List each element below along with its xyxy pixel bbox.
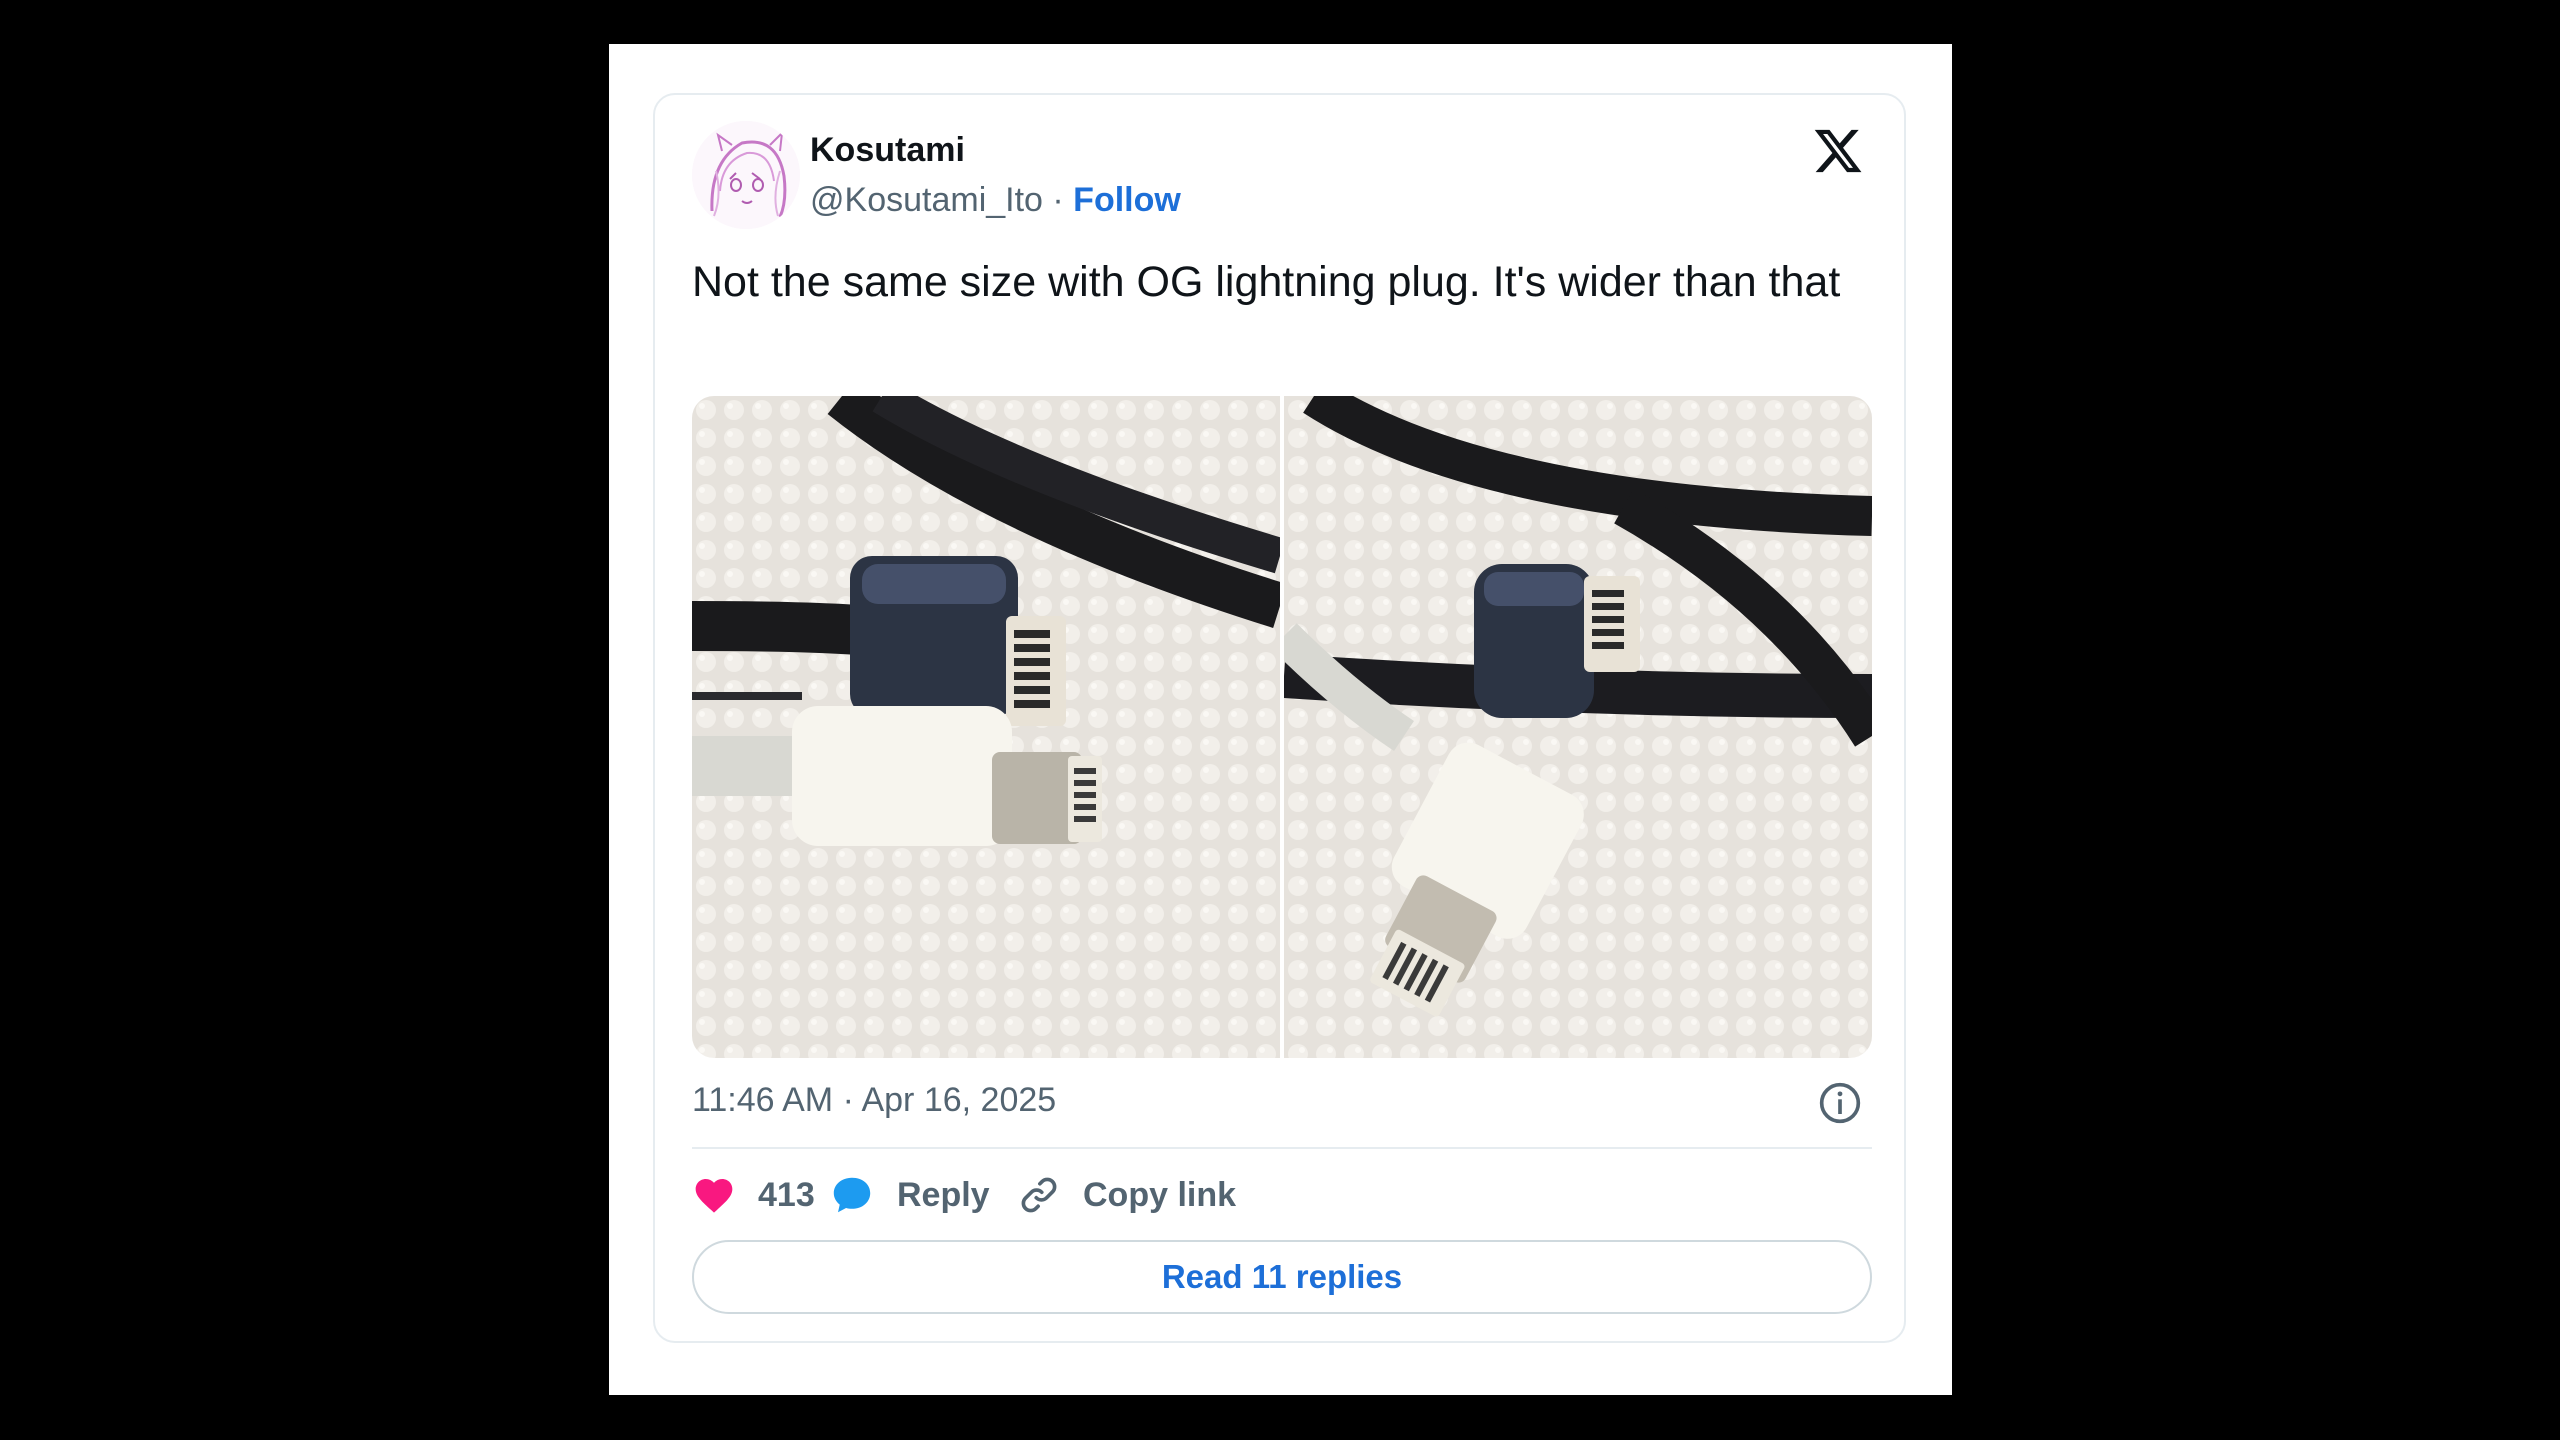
speech-bubble-icon bbox=[833, 1177, 871, 1213]
embed-container: Kosutami @Kosutami_Ito · Follow Not the … bbox=[609, 44, 1952, 1395]
reply-label: Reply bbox=[897, 1175, 990, 1214]
info-icon[interactable] bbox=[1818, 1081, 1862, 1125]
avatar-image bbox=[692, 121, 800, 229]
tweet-text: Not the same size with OG lightning plug… bbox=[692, 258, 1841, 306]
follow-button[interactable]: Follow bbox=[1073, 181, 1181, 219]
reply-button[interactable]: Reply bbox=[829, 1170, 990, 1220]
user-handle[interactable]: @Kosutami_Ito bbox=[810, 181, 1043, 219]
media-photo-1[interactable] bbox=[692, 396, 1280, 1058]
separator-dot: · bbox=[1042, 181, 1074, 219]
heart-icon bbox=[695, 1179, 733, 1213]
divider bbox=[692, 1147, 1872, 1149]
copy-link-button[interactable]: Copy link bbox=[1017, 1170, 1236, 1220]
like-button[interactable]: 413 bbox=[692, 1170, 815, 1220]
link-icon bbox=[1021, 1177, 1057, 1213]
tweet-media[interactable] bbox=[692, 396, 1872, 1058]
avatar[interactable] bbox=[692, 121, 800, 229]
like-count: 413 bbox=[758, 1175, 815, 1214]
copy-link-label: Copy link bbox=[1083, 1175, 1237, 1214]
tweet-timestamp[interactable]: 11:46 AM · Apr 16, 2025 bbox=[692, 1081, 1056, 1120]
handle-row: @Kosutami_Ito · Follow bbox=[810, 181, 1181, 220]
tweet-card: Kosutami @Kosutami_Ito · Follow Not the … bbox=[653, 93, 1906, 1343]
read-replies-button[interactable]: Read 11 replies bbox=[692, 1240, 1872, 1314]
media-photo-2[interactable] bbox=[1284, 396, 1872, 1058]
display-name[interactable]: Kosutami bbox=[810, 131, 965, 170]
x-logo-icon[interactable] bbox=[1812, 125, 1864, 177]
